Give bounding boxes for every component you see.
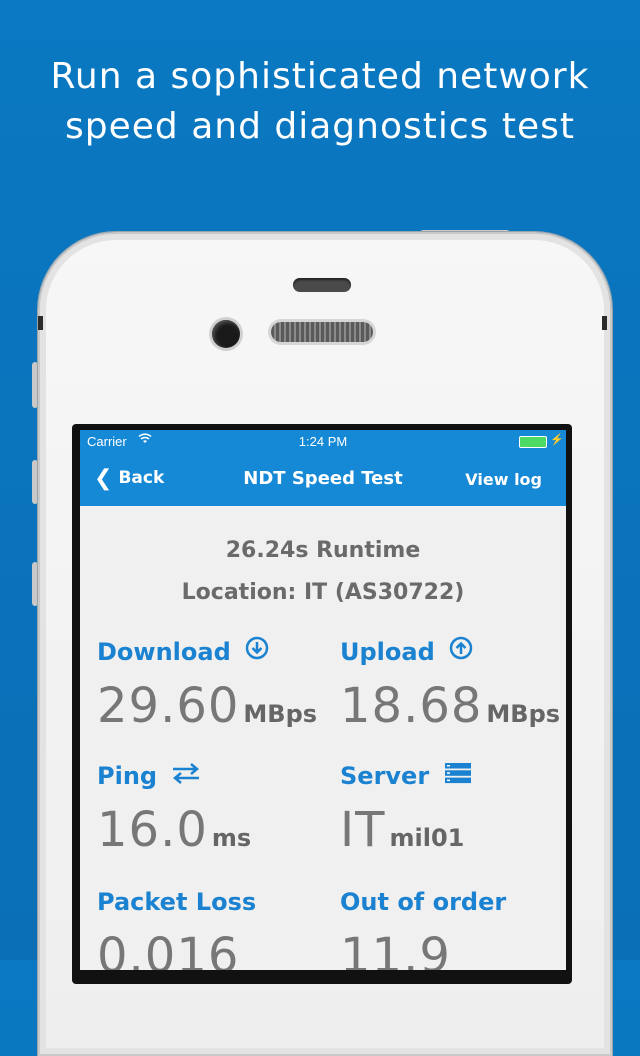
upload-label: Upload	[340, 638, 435, 666]
server-icon	[444, 762, 472, 790]
packet-loss-metric: Packet Loss 0.016	[97, 888, 337, 970]
download-value-row: 29.60 MBps	[97, 678, 337, 734]
download-label-row: Download	[97, 636, 337, 666]
server-value: IT	[340, 802, 386, 858]
server-label: Server	[340, 762, 430, 790]
results-content: 26.24s Runtime Location: IT (AS30722) Do…	[80, 506, 566, 970]
earpiece-speaker	[271, 322, 373, 342]
proximity-sensor	[293, 278, 351, 292]
antenna-band	[602, 316, 607, 330]
packet-loss-value-row: 0.016	[97, 928, 337, 970]
ping-value-row: 16.0 ms	[97, 802, 337, 858]
download-metric: Download 29.60 MBps	[97, 636, 337, 734]
ping-value: 16.0	[97, 802, 208, 858]
upload-label-row: Upload	[340, 636, 566, 666]
test-summary: 26.24s Runtime Location: IT (AS30722)	[80, 530, 566, 614]
charging-bolt-icon: ⚡	[550, 434, 564, 446]
runtime-text: 26.24s Runtime	[225, 538, 421, 563]
headline-line-1: Run a sophisticated network	[50, 56, 590, 97]
out-of-order-label: Out of order	[340, 888, 507, 916]
server-unit: mil01	[389, 824, 465, 852]
server-value-row: IT mil01	[340, 802, 566, 858]
headline-line-2: speed and diagnostics test	[65, 106, 575, 147]
packet-loss-value: 0.016	[97, 928, 240, 970]
upload-value-row: 18.68 MBps	[340, 678, 566, 734]
ping-label-row: Ping	[97, 762, 337, 790]
upload-value: 18.68	[340, 678, 483, 734]
packet-loss-label: Packet Loss	[97, 888, 257, 916]
download-label: Download	[97, 638, 231, 666]
location-text: Location: IT (AS30722)	[181, 580, 465, 605]
download-value: 29.60	[97, 678, 240, 734]
view-log-button[interactable]: View log	[465, 470, 542, 489]
status-bar: Carrier 1:24 PM ⚡	[80, 430, 566, 452]
download-unit: MBps	[243, 700, 318, 728]
upload-metric: Upload 18.68 MBps	[340, 636, 566, 734]
swap-arrows-icon	[171, 762, 201, 790]
server-label-row: Server	[340, 762, 566, 790]
navigation-bar: ❮ Back NDT Speed Test View log	[80, 452, 566, 506]
app-screen: Carrier 1:24 PM ⚡ ❮ Back NDT Speed Test V…	[80, 430, 566, 970]
ping-metric: Ping 16.0 ms	[97, 762, 337, 858]
server-metric: Server IT mil01	[340, 762, 566, 858]
battery-icon	[519, 436, 547, 448]
antenna-band	[38, 316, 43, 330]
out-of-order-value: 11.9	[340, 928, 451, 970]
marketing-headline: Run a sophisticated network speed and di…	[0, 52, 640, 152]
upload-arrow-icon	[449, 636, 473, 666]
status-time: 1:24 PM	[298, 434, 348, 449]
download-arrow-icon	[245, 636, 269, 666]
ping-label: Ping	[97, 762, 158, 790]
front-camera-icon	[212, 320, 240, 348]
upload-unit: MBps	[486, 700, 561, 728]
out-of-order-metric: Out of order 11.9	[340, 888, 566, 970]
out-of-order-value-row: 11.9	[340, 928, 566, 970]
ping-unit: ms	[211, 824, 252, 852]
